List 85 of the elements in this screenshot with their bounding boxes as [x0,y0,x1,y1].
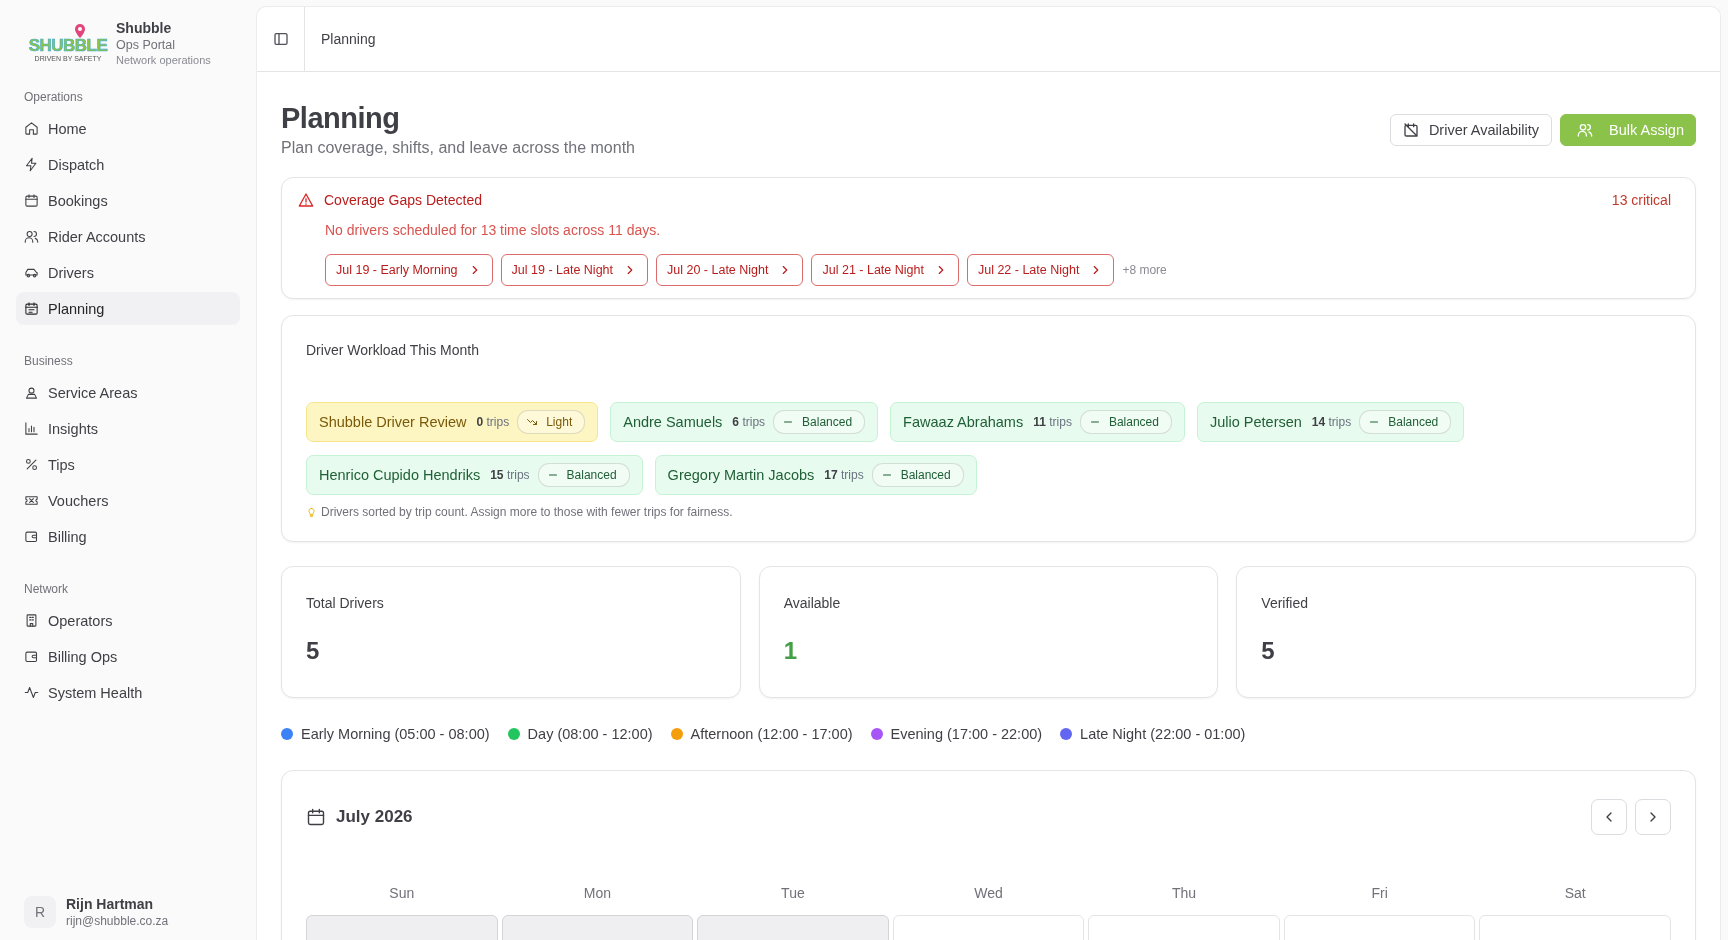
previous-month-button[interactable] [1591,799,1627,835]
user-email: rijn@shubble.co.za [66,914,169,928]
driver-chip[interactable]: Shubble Driver Review 0 trips Light [306,402,599,442]
sidebar-item[interactable]: Insights [16,412,240,445]
brand-subtitle: Ops Portal [116,38,177,52]
nav-icon [24,193,39,208]
nav-icon [24,301,39,316]
driver-chip[interactable]: Fawaaz Abrahams 11 trips Balanced [890,402,1185,442]
weekday-label: Fri [1370,885,1389,901]
weekday-label: Wed [973,885,1004,901]
legend-label: Afternoon (12:00 - 17:00) [690,726,853,742]
section-label: Business [23,353,74,370]
page-subtitle: Plan coverage, shifts, and leave across the month [281,139,635,157]
brand-caption: Network operations [116,54,211,66]
driver-chip[interactable]: Julio Petersen 14 trips Balanced [1196,402,1465,442]
users-icon [1577,121,1594,138]
nav-icon [24,385,39,400]
gap-chip[interactable]: Jul 22 - Late Night [966,254,1115,286]
nav-icon [24,649,39,664]
legend-label: Early Morning (05:00 - 08:00) [301,726,490,742]
nav-icon [24,493,39,508]
sidebar-item[interactable]: Planning [16,292,240,325]
sidebar-item[interactable]: System Health [16,676,240,709]
month-title: July 2026 [336,807,413,827]
legend-label: Evening (17:00 - 22:00) [890,726,1043,742]
sidebar-icon [272,31,289,47]
driver-chip[interactable]: Andre Samuels 6 trips Balanced [610,402,879,442]
sidebar-item[interactable]: Billing Ops [16,640,240,673]
driver-chip[interactable]: Gregory Martin Jacobs 17 trips Balanced [654,455,977,495]
sidebar-item[interactable]: Operators [16,604,240,637]
weekday-label: Sun [388,885,416,901]
nav-icon [24,685,39,700]
gap-chip[interactable]: Jul 19 - Late Night [500,254,649,286]
stat-value: 5 [1261,637,1276,665]
section-label: Operations [23,89,84,106]
brand-name: Shubble [116,20,173,36]
legend-label: Late Night (22:00 - 01:00) [1080,726,1246,742]
weekday-label: Sat [1563,885,1587,901]
stat-label: Total Drivers [306,595,385,611]
availability-button[interactable]: Driver Availability [1389,113,1553,146]
legend-label: Day (08:00 - 12:00) [527,726,653,742]
sidebar-item[interactable]: Rider Accounts [16,220,240,253]
nav-icon [24,457,39,472]
sidebar-item[interactable]: Vouchers [16,484,240,517]
nav-icon [24,229,39,244]
stat-value: 5 [306,637,321,665]
sidebar-item[interactable]: Drivers [16,256,240,289]
sidebar-item[interactable]: Tips [16,448,240,481]
user-name: Rijn Hartman [66,896,155,912]
gap-chip[interactable]: Jul 21 - Late Night [811,254,959,286]
nav-icon [24,157,39,172]
stat-label: Available [783,595,842,611]
gap-chip[interactable]: Jul 19 - Early Morning [325,254,493,286]
sidebar-item[interactable]: Home [16,112,240,145]
alert-title: Coverage Gaps Detected [324,192,482,208]
nav-icon [24,121,39,136]
page-title: Planning [281,102,401,135]
nav-icon [24,421,39,436]
driver-chip[interactable]: Henrico Cupido Hendriks 15 trips Balanced [306,455,643,495]
nav-icon [24,613,39,628]
weekday-label: Tue [780,885,806,901]
lightbulb-icon [306,506,317,518]
alert-message: No drivers scheduled for 13 time slots across 11 days. [324,221,662,238]
weekday-label: Thu [1171,885,1198,901]
warning-icon [298,192,314,208]
trend-down-icon [526,416,539,428]
hint-text: Drivers sorted by trip count. Assign more to those with fewer trips for fairness. [321,505,733,519]
sidebar-item[interactable]: Dispatch [16,148,240,181]
critical-count: 13 critical [1611,192,1671,208]
stat-value: 1 [783,637,798,665]
weekday-label: Mon [582,885,612,901]
sidebar-item[interactable]: Billing [16,520,240,553]
avatar: R [24,896,56,928]
more-link[interactable]: +8 more [1122,263,1167,277]
gap-chip[interactable]: Jul 20 - Late Night [656,254,804,286]
calendar-icon [306,807,326,827]
nav-icon [24,529,39,544]
sidebar-item[interactable]: Bookings [16,184,240,217]
card-title: Driver Workload This Month [306,342,480,358]
calendar-off-icon [1402,121,1419,138]
stat-label: Verified [1261,595,1310,611]
breadcrumb: Planning [320,31,376,47]
sidebar-item[interactable]: Service Areas [16,376,240,409]
section-label: Network [23,581,69,598]
next-month-button[interactable] [1635,799,1671,835]
